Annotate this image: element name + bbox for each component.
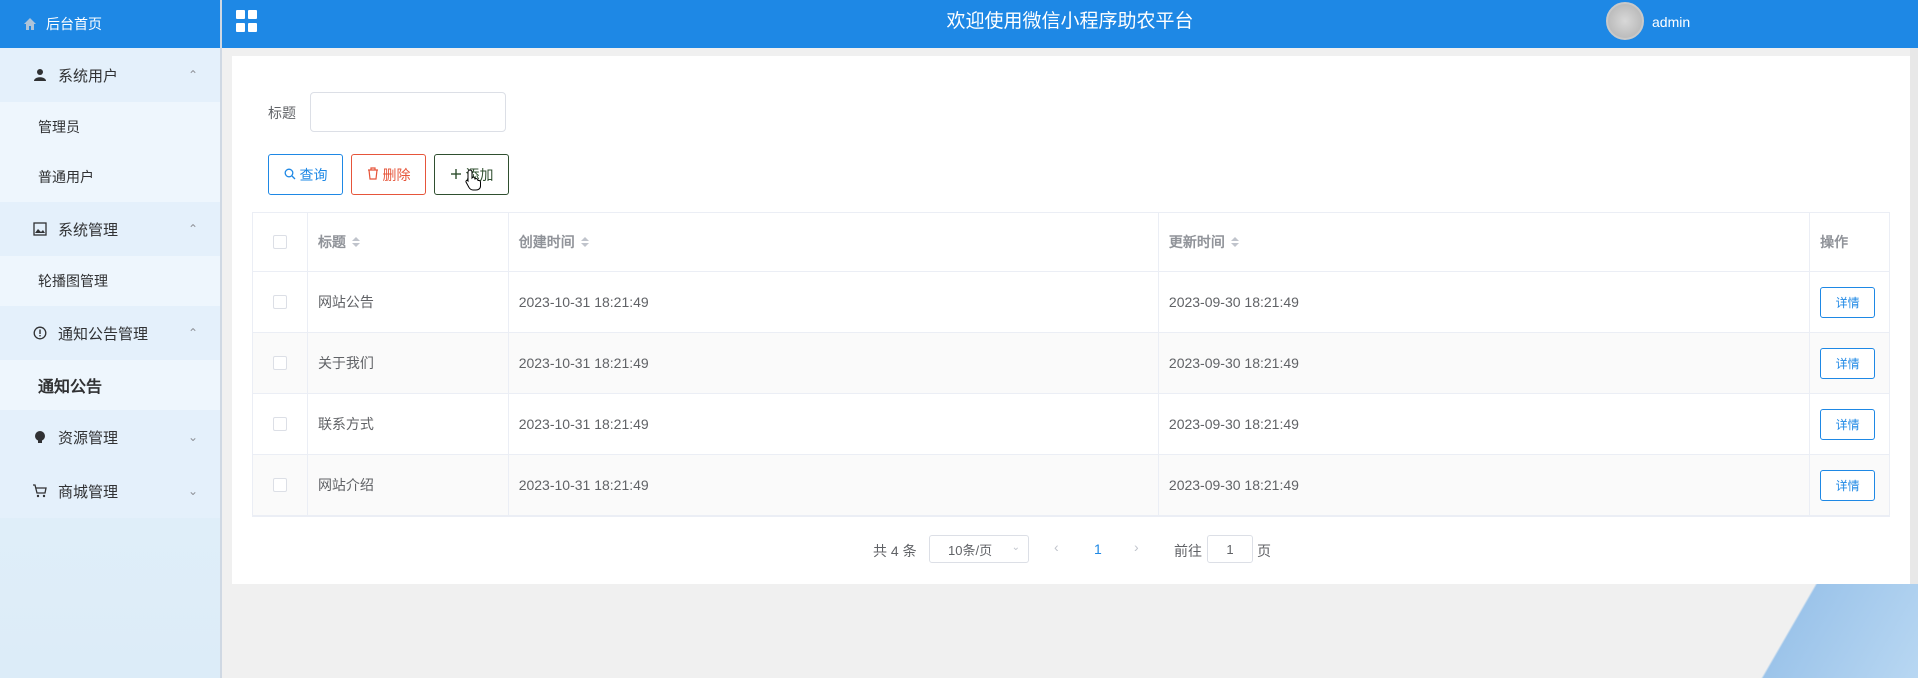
sidebar-home[interactable]: 后台首页 <box>0 0 220 48</box>
detail-button[interactable]: 详情 <box>1820 347 1876 379</box>
cart-icon <box>32 483 48 499</box>
sidebar-group-label: 通知公告管理 <box>58 325 149 343</box>
sidebar-item-normal-users[interactable]: 普通用户 <box>0 152 220 202</box>
detail-button[interactable]: 详情 <box>1820 469 1876 501</box>
cell-updated: 2023-09-30 18:21:49 <box>1159 272 1811 332</box>
trash-icon <box>367 166 379 183</box>
column-updated[interactable]: 更新时间 <box>1159 213 1811 271</box>
chevron-up-icon: ⌃ <box>187 68 198 82</box>
sidebar-item-label: 轮播图管理 <box>38 273 108 289</box>
cell-updated: 2023-09-30 18:21:49 <box>1159 455 1811 515</box>
sidebar-item-admins[interactable]: 管理员 <box>0 102 220 152</box>
sidebar-group-mall-management[interactable]: 商城管理 ⌄ <box>0 464 220 518</box>
column-created[interactable]: 创建时间 <box>509 213 1159 271</box>
cell-created: 2023-10-31 18:21:49 <box>509 272 1159 332</box>
sort-icon[interactable] <box>351 237 360 247</box>
sidebar-group-label: 系统用户 <box>58 67 119 85</box>
sidebar-group-resource-management[interactable]: 资源管理 ⌄ <box>0 410 220 464</box>
row-checkbox[interactable] <box>272 478 287 492</box>
sidebar-group-label: 资源管理 <box>58 429 119 447</box>
home-icon <box>22 16 38 32</box>
column-title[interactable]: 标题 <box>308 213 509 271</box>
row-checkbox[interactable] <box>272 356 287 370</box>
hand-cursor-icon <box>465 169 481 191</box>
goto-label: 前往 <box>1174 543 1202 559</box>
avatar[interactable] <box>1606 2 1644 40</box>
table-row: 关于我们 2023-10-31 18:21:49 2023-09-30 18:2… <box>253 333 1889 394</box>
user-icon <box>32 67 48 83</box>
search-icon <box>284 167 296 183</box>
sidebar: 后台首页 系统用户 ⌃ 管理员 普通用户 系统管理 ⌃ 轮播图管理 通知公告管理… <box>0 0 222 678</box>
cell-updated: 2023-09-30 18:21:49 <box>1159 333 1811 393</box>
chevron-down-icon: ⌄ <box>1011 542 1020 553</box>
detail-button[interactable]: 详情 <box>1820 408 1876 440</box>
sidebar-group-label: 系统管理 <box>58 221 119 239</box>
page-number-current[interactable]: 1 <box>1094 541 1102 557</box>
detail-button[interactable]: 详情 <box>1820 286 1876 318</box>
image-icon <box>32 221 48 237</box>
cell-updated: 2023-09-30 18:21:49 <box>1159 394 1811 454</box>
username[interactable]: admin <box>1652 14 1690 30</box>
select-all-checkbox[interactable] <box>272 235 287 249</box>
query-button-label: 查询 <box>299 166 328 183</box>
sidebar-group-system-users[interactable]: 系统用户 ⌃ <box>0 48 220 102</box>
sidebar-item-carousel[interactable]: 轮播图管理 <box>0 256 220 306</box>
cell-title: 联系方式 <box>308 394 509 454</box>
goto-page-input[interactable] <box>1207 535 1253 563</box>
page-size-select[interactable]: 10条/页 ⌄ <box>929 535 1029 563</box>
search-label: 标题 <box>268 105 296 121</box>
pagination: 共 4 条 10条/页 ⌄ ‹ 1 › 前往 页 <box>232 535 1910 563</box>
table-row: 网站公告 2023-10-31 18:21:49 2023-09-30 18:2… <box>253 272 1889 333</box>
bulb-icon <box>32 429 48 445</box>
column-actions: 操作 <box>1820 234 1849 250</box>
delete-button-label: 删除 <box>382 166 411 183</box>
query-button[interactable]: 查询 <box>268 154 343 195</box>
table-row: 联系方式 2023-10-31 18:21:49 2023-09-30 18:2… <box>253 394 1889 455</box>
sidebar-item-notices[interactable]: 通知公告 <box>0 360 220 410</box>
cell-created: 2023-10-31 18:21:49 <box>509 455 1159 515</box>
cell-title: 网站公告 <box>308 272 509 332</box>
chevron-up-icon: ⌃ <box>187 326 198 340</box>
prev-page-icon[interactable]: ‹ <box>1054 539 1059 555</box>
sidebar-group-system-management[interactable]: 系统管理 ⌃ <box>0 202 220 256</box>
row-checkbox[interactable] <box>272 295 287 309</box>
sidebar-home-label: 后台首页 <box>46 16 102 32</box>
title-search-input[interactable] <box>310 92 506 132</box>
plus-icon <box>450 167 462 183</box>
background-decoration <box>1748 584 1918 678</box>
sidebar-group-label: 商城管理 <box>58 483 119 501</box>
cell-created: 2023-10-31 18:21:49 <box>509 394 1159 454</box>
sidebar-item-label: 管理员 <box>38 119 80 135</box>
sidebar-item-label: 普通用户 <box>38 169 94 185</box>
next-page-icon[interactable]: › <box>1134 539 1139 555</box>
row-checkbox[interactable] <box>272 417 287 431</box>
sort-icon[interactable] <box>1230 237 1239 247</box>
chevron-up-icon: ⌃ <box>187 222 198 236</box>
top-header: 欢迎使用微信小程序助农平台 admin <box>222 0 1918 48</box>
sidebar-item-label: 通知公告 <box>38 379 103 396</box>
cell-title: 网站介绍 <box>308 455 509 515</box>
cell-title: 关于我们 <box>308 333 509 393</box>
table-row: 网站介绍 2023-10-31 18:21:49 2023-09-30 18:2… <box>253 455 1889 516</box>
notice-table: 标题 创建时间 更新时间 操作 网站公告 2023-10-31 18:21:49… <box>252 212 1890 517</box>
delete-button[interactable]: 删除 <box>351 154 426 195</box>
table-header: 标题 创建时间 更新时间 操作 <box>253 213 1889 272</box>
chevron-down-icon: ⌄ <box>187 484 198 498</box>
pagination-total: 共 4 条 <box>873 543 917 559</box>
sort-icon[interactable] <box>580 237 589 247</box>
info-circle-icon <box>32 325 48 341</box>
page-unit-label: 页 <box>1257 543 1271 559</box>
main-panel: 标题 查询 删除 添加 标题 创建时间 更新时间 操作 网站公告 2023-10… <box>232 56 1910 584</box>
sidebar-group-notice-management[interactable]: 通知公告管理 ⌃ <box>0 306 220 360</box>
chevron-down-icon: ⌄ <box>187 430 198 444</box>
cell-created: 2023-10-31 18:21:49 <box>509 333 1159 393</box>
